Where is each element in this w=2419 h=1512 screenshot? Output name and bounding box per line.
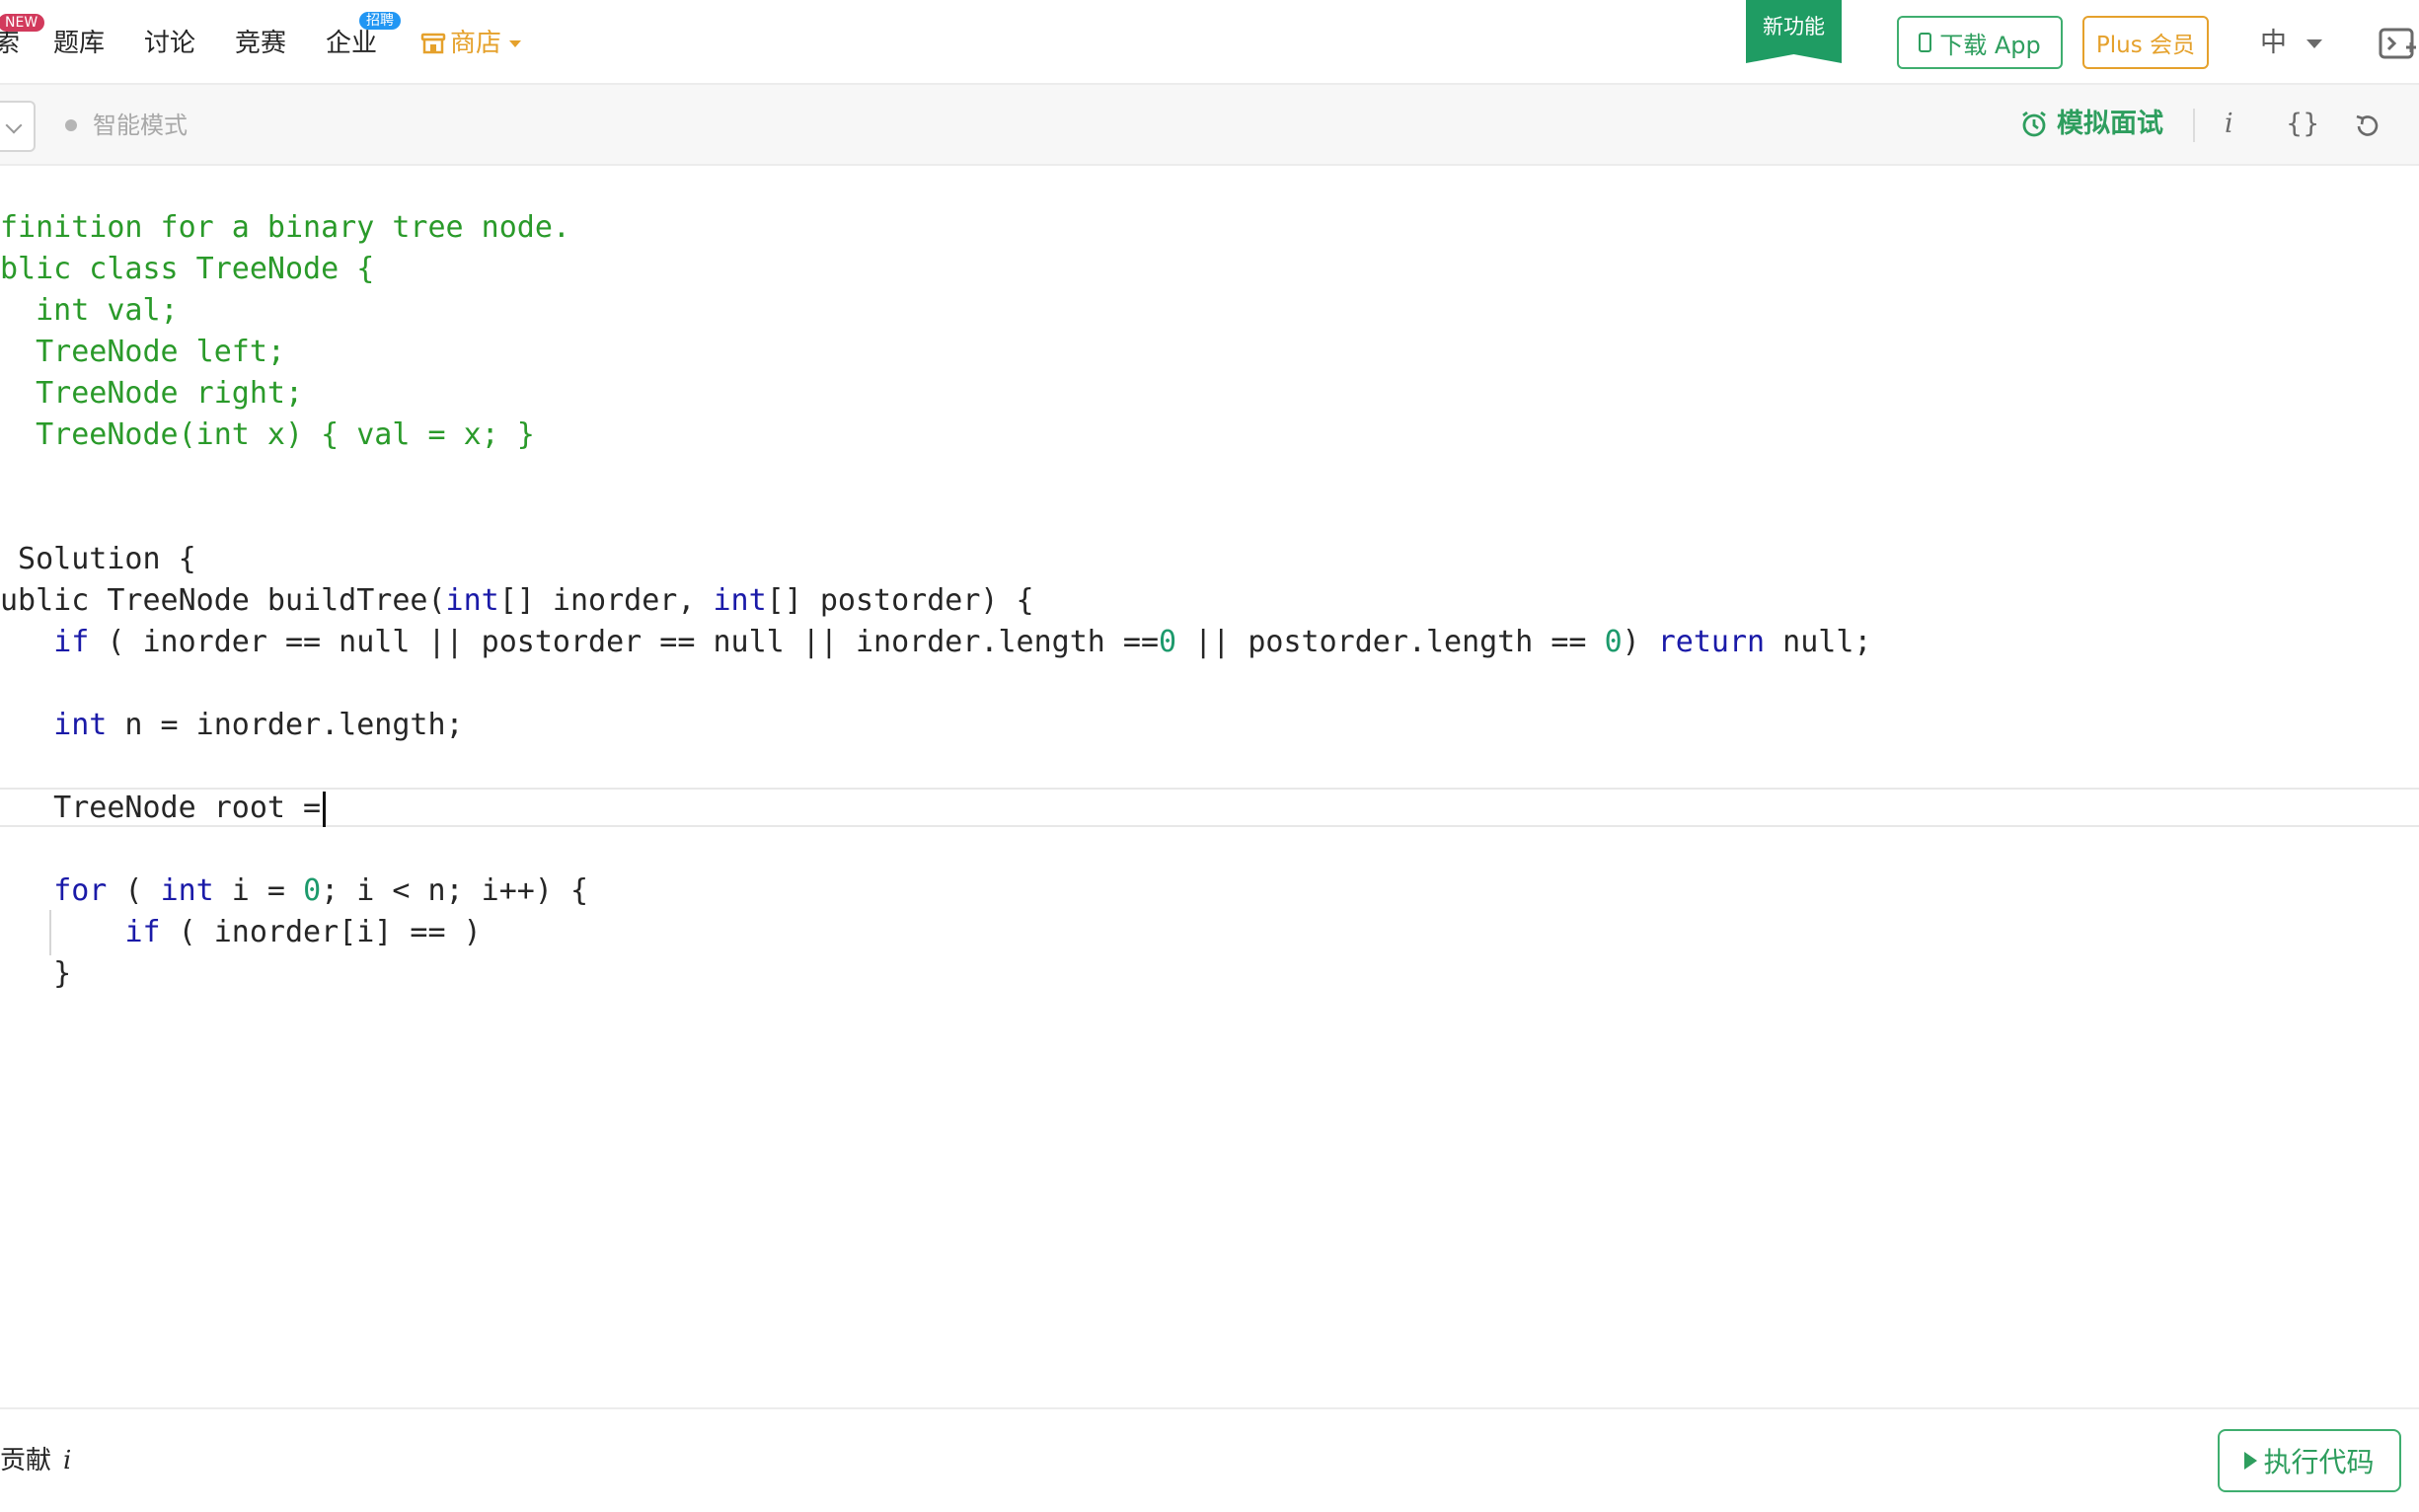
alarm-clock-icon xyxy=(2022,111,2046,137)
code-line: int val; xyxy=(0,293,179,328)
code-line: } xyxy=(0,956,72,991)
download-app-button[interactable]: 下载 App xyxy=(1897,16,2063,69)
smart-mode-toggle[interactable]: 智能模式 xyxy=(93,107,188,144)
nav-item-shop[interactable]: 商店 xyxy=(420,22,522,65)
language-dropdown[interactable] xyxy=(0,101,36,152)
code-line: ublic TreeNode buildTree(int[] inorder, … xyxy=(0,583,1034,618)
bottom-bar: 贡献 i 执行代码 xyxy=(0,1407,2419,1512)
nav-item-contest[interactable]: 竞赛 xyxy=(235,22,286,65)
text-cursor xyxy=(323,791,327,827)
current-line-highlight xyxy=(0,788,2419,827)
run-code-label: 执行代码 xyxy=(2263,1446,2375,1478)
new-badge: NEW xyxy=(0,14,45,32)
info-icon: i xyxy=(63,1446,72,1475)
contribute-link[interactable]: 贡献 i xyxy=(0,1441,71,1480)
shop-icon xyxy=(420,33,446,54)
nav-item-problems[interactable]: 题库 xyxy=(53,22,105,65)
format-code-icon[interactable]: {} xyxy=(2286,105,2319,144)
new-feature-ribbon[interactable]: 新功能 xyxy=(1746,0,1842,63)
info-icon[interactable]: i xyxy=(2225,105,2233,144)
language-selector[interactable]: 中 xyxy=(2260,22,2322,65)
code-line: TreeNode right; xyxy=(0,376,304,411)
code-line: if ( inorder[i] == ) xyxy=(124,915,482,949)
code-line: blic class TreeNode { xyxy=(0,252,375,286)
language-label: 中 xyxy=(2260,28,2287,58)
shop-chevron-down-icon xyxy=(509,39,522,47)
mock-interview-label: 模拟面试 xyxy=(2057,109,2163,139)
contribute-label: 贡献 xyxy=(0,1446,52,1475)
code-line: for ( int i = 0; i < n; i++) { xyxy=(53,873,589,908)
mock-interview-button[interactable]: 模拟面试 xyxy=(2019,105,2163,144)
shop-label: 商店 xyxy=(450,29,502,58)
plus-member-button[interactable]: Plus 会员 xyxy=(2082,16,2209,69)
chevron-down-icon xyxy=(5,116,23,134)
toolbar-divider xyxy=(2193,109,2195,142)
code-line: if ( inorder == null || postorder == nul… xyxy=(53,625,1872,659)
phone-icon xyxy=(1919,33,1932,52)
code-editor[interactable]: finition for a binary tree node. blic cl… xyxy=(0,166,2419,1407)
reset-icon[interactable] xyxy=(2353,113,2382,140)
code-line-text: TreeNode root = xyxy=(0,791,322,825)
code-line-current: TreeNode root = xyxy=(0,788,327,829)
console-icon[interactable] xyxy=(2379,26,2418,61)
chevron-down-icon xyxy=(2306,39,2322,48)
hire-badge: 招聘 xyxy=(359,12,401,30)
top-navigation: 索 NEW 题库 讨论 竞赛 企业 招聘 商店 新功能 下载 App Plus … xyxy=(0,0,2419,85)
nav-item-discuss[interactable]: 讨论 xyxy=(144,22,195,65)
code-line: TreeNode left; xyxy=(0,335,285,369)
code-line: int n = inorder.length; xyxy=(53,708,464,742)
code-line: TreeNode(int x) { val = x; } xyxy=(0,417,535,452)
play-icon xyxy=(2244,1452,2258,1470)
code-line: finition for a binary tree node. xyxy=(0,210,570,245)
status-dot-icon xyxy=(65,119,77,131)
run-code-button[interactable]: 执行代码 xyxy=(2218,1429,2401,1492)
download-app-label: 下载 App xyxy=(1939,31,2041,59)
editor-toolbar: 智能模式 模拟面试 i {} xyxy=(0,85,2419,166)
code-line: Solution { xyxy=(0,542,196,576)
